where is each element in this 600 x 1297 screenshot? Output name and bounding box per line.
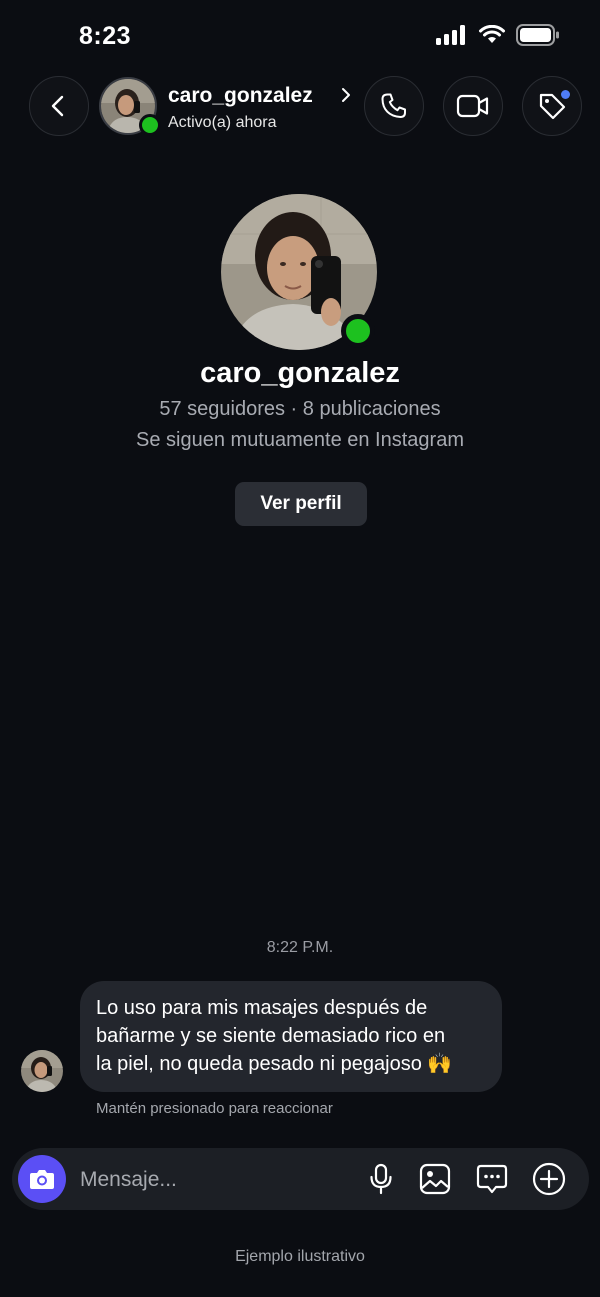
message-avatar[interactable]	[21, 1050, 63, 1092]
plus-icon[interactable]	[532, 1162, 566, 1196]
video-camera-icon	[456, 94, 489, 118]
message-timestamp: 8:22 P.M.	[266, 939, 334, 956]
back-button[interactable]	[29, 76, 89, 136]
footer-note: Ejemplo ilustrativo	[235, 1248, 365, 1265]
online-indicator	[139, 114, 161, 136]
voice-call-button[interactable]	[364, 76, 424, 136]
mutual-follow-text: Se siguen mutuamente en Instagram	[136, 429, 464, 451]
message-bubble[interactable]: Lo uso para mis masajes después de bañar…	[80, 981, 502, 1092]
message-avatar-photo	[21, 1050, 63, 1092]
signal-icon	[436, 25, 468, 50]
microphone-icon[interactable]	[364, 1162, 398, 1196]
battery-icon	[516, 24, 560, 51]
profile-stats: 57 seguidores · 8 publicaciones	[159, 398, 441, 420]
header-username[interactable]: caro_gonzalez	[168, 84, 313, 108]
reaction-hint: Mantén presionado para reaccionar	[96, 1100, 333, 1117]
activity-status: Activo(a) ahora	[168, 114, 277, 131]
status-bar: 8:23	[0, 0, 600, 72]
video-call-button[interactable]	[443, 76, 503, 136]
chat-header: caro_gonzalez Activo(a) ahora	[0, 76, 600, 140]
profile-online-indicator	[341, 314, 375, 348]
status-icons	[436, 24, 560, 51]
chat-bubble-icon[interactable]	[475, 1162, 509, 1196]
notification-dot	[561, 90, 570, 99]
back-arrow-icon	[51, 95, 64, 117]
wifi-icon	[478, 24, 506, 50]
message-line: Lo uso para mis masajes después de	[96, 997, 428, 1019]
view-profile-button[interactable]: Ver perfil	[235, 482, 367, 526]
message-composer	[12, 1148, 589, 1210]
gallery-icon[interactable]	[418, 1162, 452, 1196]
phone-icon	[381, 93, 406, 118]
tag-button[interactable]	[522, 76, 582, 136]
status-time: 8:23	[79, 22, 132, 50]
chevron-right-icon[interactable]	[340, 86, 352, 109]
camera-icon	[30, 1170, 54, 1189]
camera-button[interactable]	[18, 1155, 66, 1203]
profile-username: caro_gonzalez	[200, 357, 400, 389]
message-input[interactable]	[78, 1162, 342, 1198]
message-line: bañarme y se siente demasiado rico en	[96, 1025, 446, 1047]
message-line: la piel, no queda pesado ni pegajoso 🙌	[96, 1053, 453, 1075]
